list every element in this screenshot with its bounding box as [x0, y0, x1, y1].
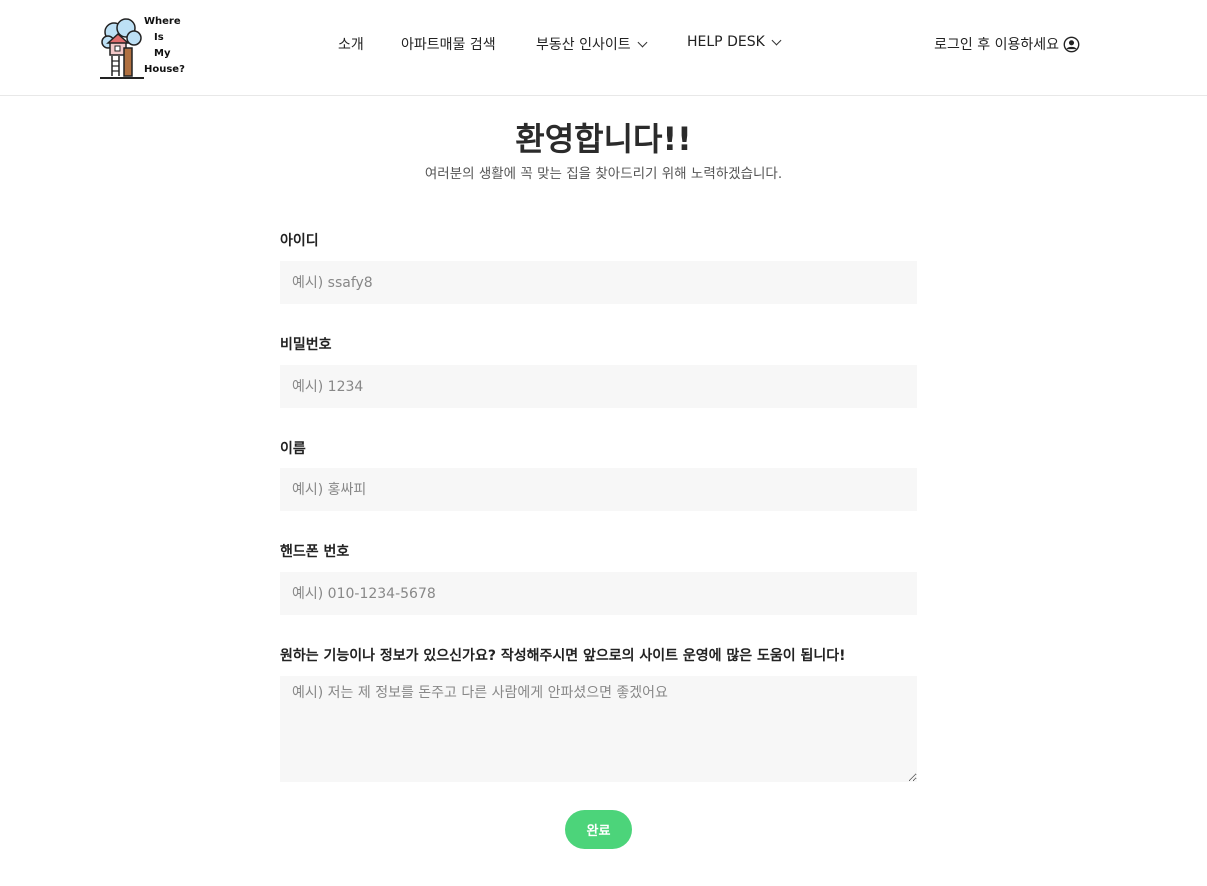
request-textarea[interactable]	[280, 676, 917, 782]
name-label: 이름	[280, 441, 306, 457]
phone-label: 핸드폰 번호	[280, 544, 350, 560]
page-title: 환영합니다!!	[515, 120, 692, 158]
nav-item-label: 소개	[338, 37, 364, 53]
login-label: 로그인 후 이용하세요	[934, 37, 1059, 53]
nav-item-label: 부동산 인사이트	[536, 37, 631, 53]
password-input[interactable]	[280, 365, 917, 408]
chevron-down-icon	[771, 35, 782, 45]
login-link[interactable]: 로그인 후 이용하세요	[934, 34, 1080, 54]
id-label: 아이디	[280, 233, 319, 249]
page-subtitle: 여러분의 생활에 꼭 맞는 집을 찾아드리기 위해 노력하겠습니다.	[424, 166, 783, 182]
nav-item-real-estate-insight[interactable]: 부동산 인사이트	[536, 34, 648, 54]
submit-button[interactable]: 완료	[565, 810, 632, 849]
nav-item-label: HELP DESK	[687, 34, 765, 50]
user-circle-icon	[1063, 36, 1080, 52]
site-header: Where Is My House? 소개 아파트매물 검색 부동산 인사이트 …	[0, 0, 1207, 96]
request-label: 원하는 기능이나 정보가 있으신가요? 작성해주시면 앞으로의 사이트 운영에 …	[280, 648, 846, 664]
chevron-down-icon	[637, 37, 648, 47]
nav-item-help-desk[interactable]: HELP DESK	[687, 34, 782, 50]
name-input[interactable]	[280, 468, 917, 511]
phone-input[interactable]	[280, 572, 917, 615]
password-label: 비밀번호	[280, 337, 332, 353]
nav-item-label: 아파트매물 검색	[401, 37, 496, 53]
id-input[interactable]	[280, 261, 917, 304]
nav-item-apartment-search[interactable]: 아파트매물 검색	[401, 34, 496, 54]
nav-item-intro[interactable]: 소개	[338, 34, 364, 54]
